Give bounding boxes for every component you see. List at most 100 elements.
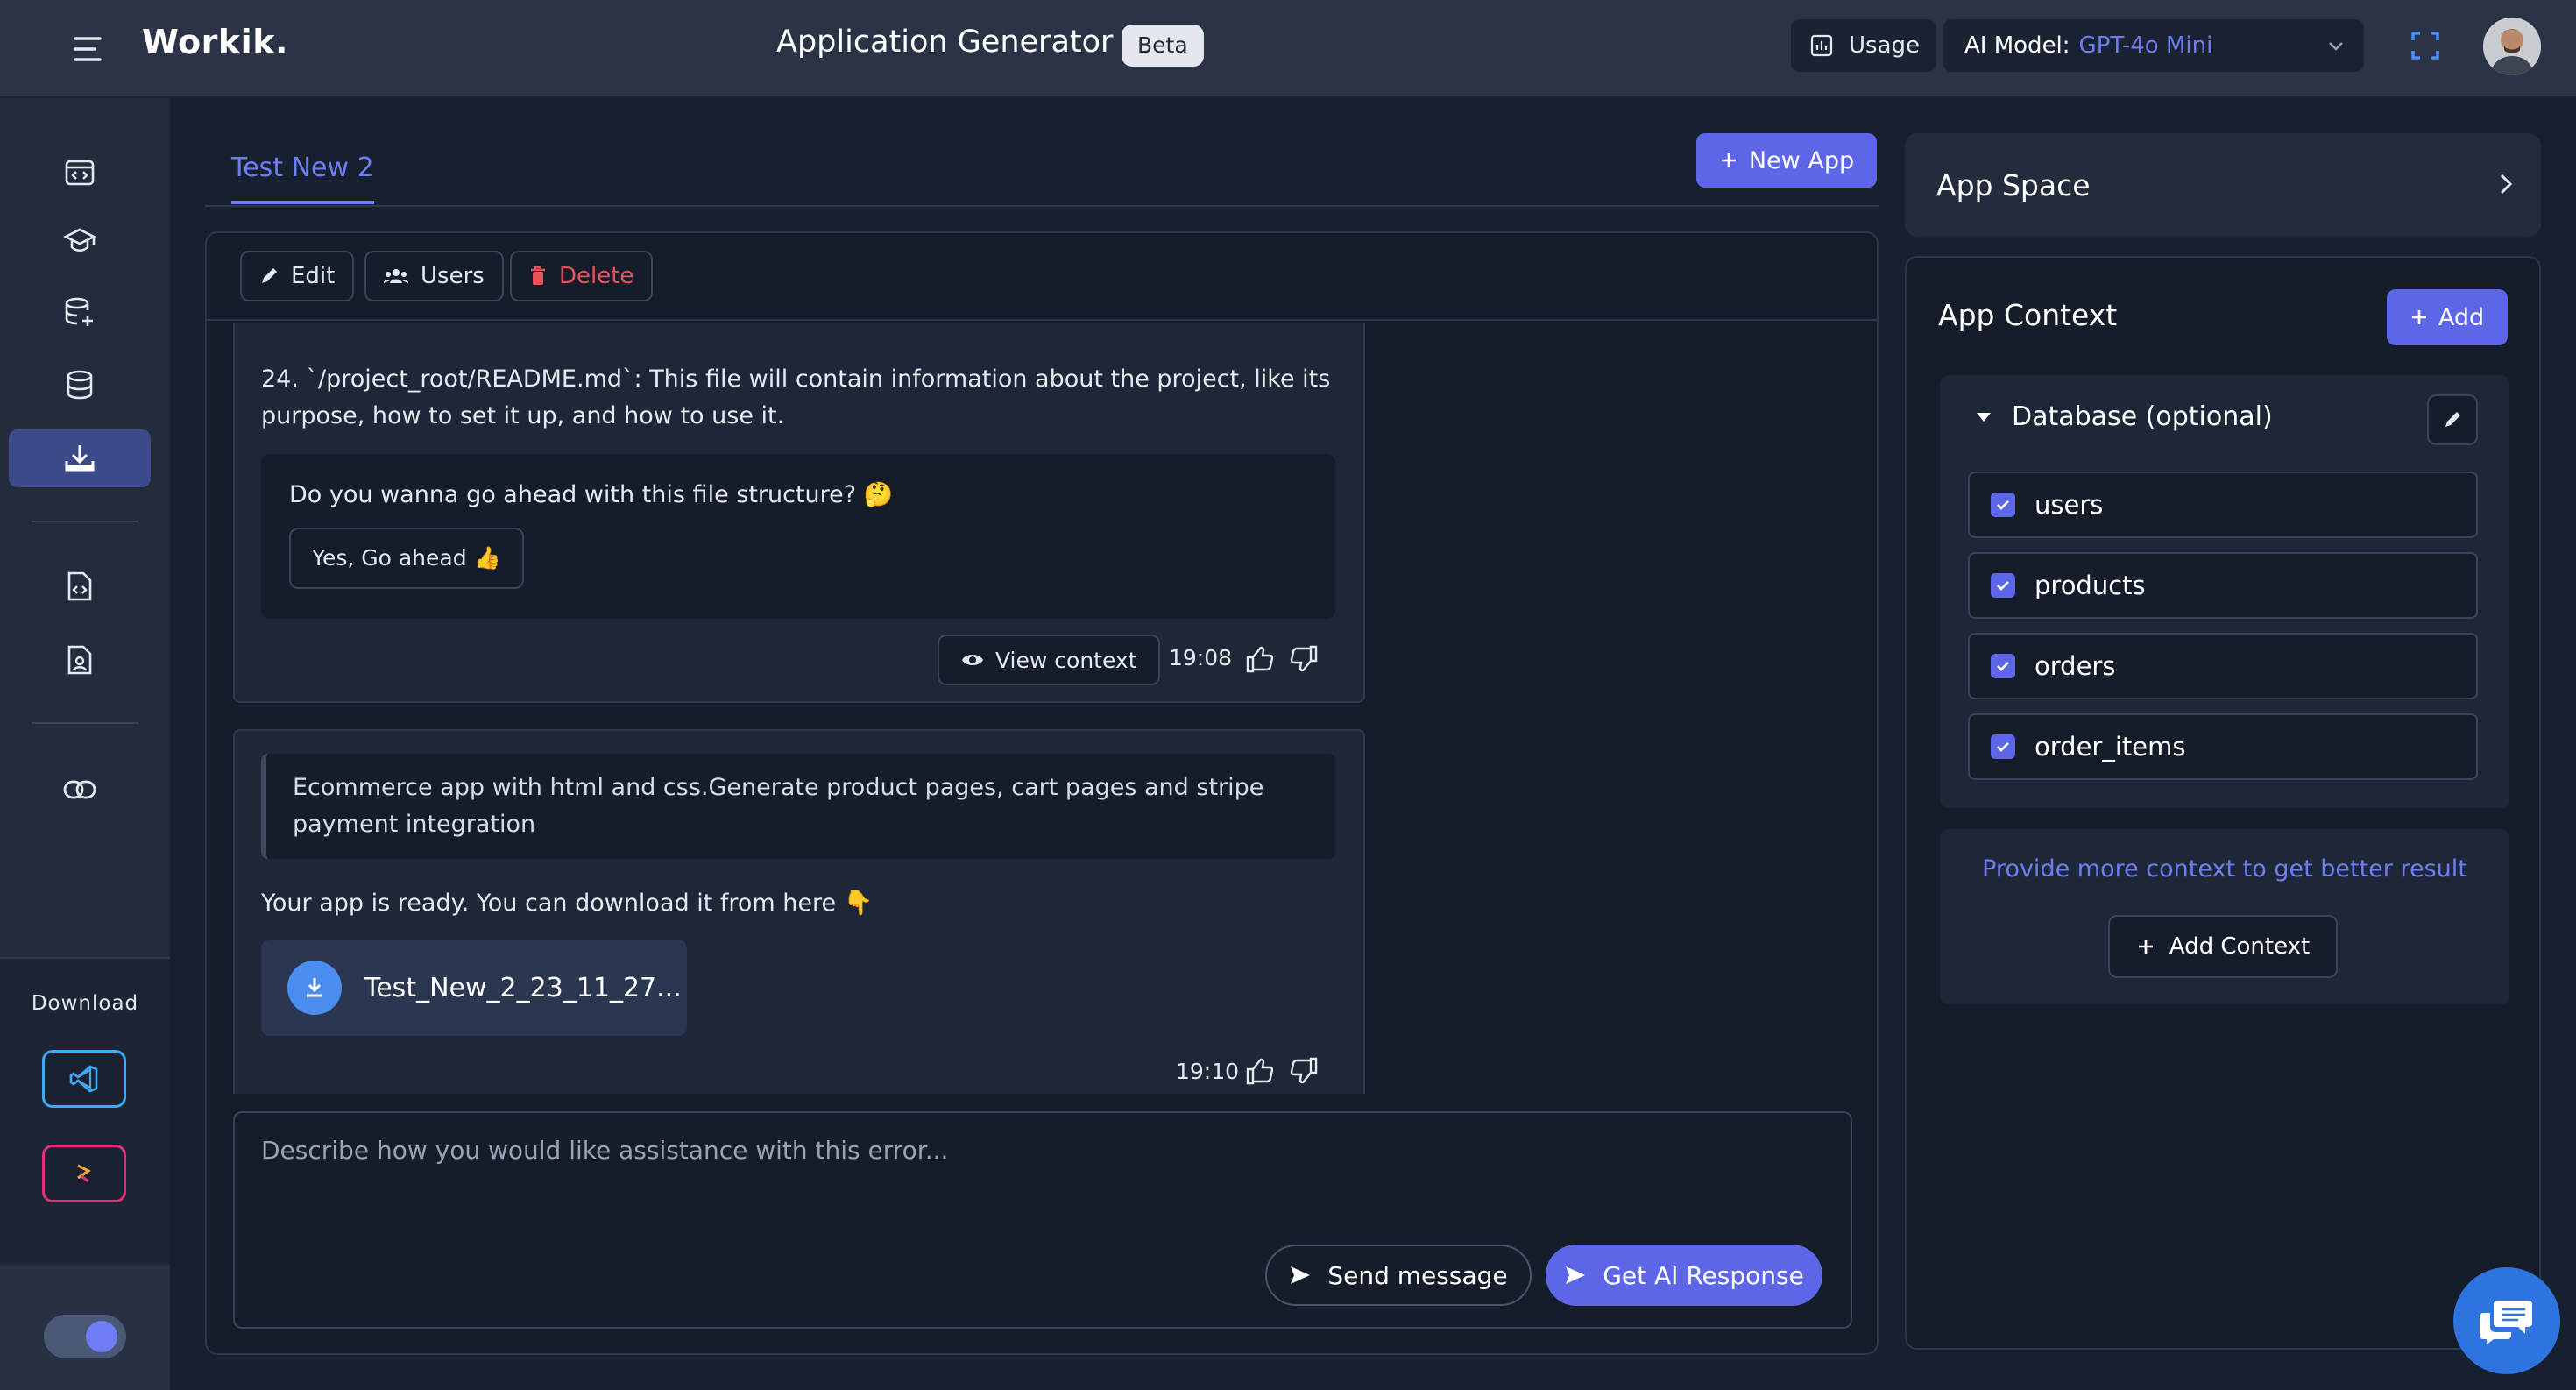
chevron-down-icon (2327, 37, 2345, 54)
download-icon (287, 961, 342, 1015)
user-prompt-text: Ecommerce app with html and css.Generate… (293, 774, 1264, 838)
sidebar-item-code-file[interactable] (9, 557, 151, 615)
confirm-label: Yes, Go ahead 👍 (312, 545, 501, 571)
checkbox-checked-icon[interactable] (1991, 654, 2015, 678)
add-context-button[interactable]: Add Context (2108, 915, 2338, 978)
plus-icon (2136, 937, 2155, 956)
vscode-icon (69, 1064, 99, 1094)
table-name: users (2035, 490, 2104, 520)
message-timestamp: 19:08 (1169, 645, 1233, 670)
database-edit-button[interactable] (2427, 394, 2478, 445)
add-context-item-button[interactable]: Add (2387, 289, 2508, 345)
more-context-text: Provide more context to get better resul… (1982, 855, 2467, 883)
vscode-download-button[interactable] (42, 1050, 126, 1108)
moon-icon (86, 1321, 117, 1352)
checkbox-checked-icon[interactable] (1991, 493, 2015, 517)
link-icon (62, 778, 97, 801)
table-row-products[interactable]: products (1968, 552, 2478, 619)
file-user-icon (64, 643, 96, 677)
plus-icon (1719, 151, 1738, 170)
download-file-chip[interactable]: Test_New_2_23_11_27... (261, 940, 687, 1036)
theme-toggle[interactable] (44, 1315, 126, 1358)
thumbs-up-icon[interactable] (1244, 1055, 1277, 1089)
sidebar-item-file-user[interactable] (9, 631, 151, 689)
users-icon (384, 266, 408, 286)
send-message-button[interactable]: Send message (1265, 1245, 1532, 1306)
toolbar-divider (207, 319, 1877, 321)
confirm-structure-button[interactable]: Yes, Go ahead 👍 (289, 528, 524, 589)
table-name: products (2035, 571, 2146, 600)
send-icon (1564, 1265, 1587, 1286)
sidebar-item-database-user[interactable] (9, 284, 151, 342)
thumbs-down-icon[interactable] (1288, 643, 1321, 677)
table-name: order_items (2035, 732, 2186, 762)
pencil-icon (2443, 410, 2462, 429)
ai-model-label: AI Model: (1964, 32, 2070, 59)
chat-bubbles-icon (2480, 1297, 2534, 1344)
sidebar-item-download[interactable] (9, 429, 151, 487)
thumbs-down-icon[interactable] (1288, 1055, 1321, 1089)
tab-project[interactable]: Test New 2 (231, 152, 374, 204)
table-row-order-items[interactable]: order_items (1968, 713, 2478, 780)
message-text: 24. `/project_root/README.md`: This file… (261, 365, 1331, 429)
page-title: Application Generator (776, 25, 1114, 60)
get-ai-response-button[interactable]: Get AI Response (1546, 1245, 1822, 1306)
download-tray-icon (63, 442, 96, 475)
sidebar-item-learn[interactable] (9, 212, 151, 270)
sidebar-item-code-window[interactable] (9, 144, 151, 202)
trash-icon (529, 266, 547, 287)
eye-icon (960, 651, 985, 669)
app-space-label: App Space (1936, 167, 2091, 202)
view-context-label: View context (995, 647, 1137, 673)
thumbs-up-icon[interactable] (1244, 643, 1277, 677)
app-space-panel[interactable]: App Space (1905, 133, 2541, 237)
delete-button[interactable]: Delete (510, 251, 654, 301)
database-label: Database (optional) (2012, 401, 2273, 432)
edit-label: Edit (291, 263, 336, 289)
table-row-orders[interactable]: orders (1968, 633, 2478, 699)
new-app-label: New App (1748, 146, 1855, 174)
message-input-placeholder: Describe how you would like assistance w… (261, 1136, 949, 1165)
sidebar-divider (32, 521, 138, 522)
file-name: Test_New_2_23_11_27... (364, 972, 682, 1003)
chart-icon (1810, 34, 1833, 57)
database-collapse-toggle[interactable]: Database (optional) (1975, 401, 2273, 432)
hamburger-menu-icon[interactable] (72, 32, 107, 67)
jetbrains-icon (71, 1160, 97, 1187)
sidebar-item-link[interactable] (9, 761, 151, 819)
ai-model-select[interactable]: AI Model: GPT-4o Mini (1943, 19, 2364, 72)
fullscreen-icon[interactable] (2408, 28, 2443, 63)
jetbrains-download-button[interactable] (42, 1145, 126, 1202)
beta-badge: Beta (1122, 25, 1204, 67)
view-context-button[interactable]: View context (938, 635, 1160, 685)
caret-down-icon (1975, 411, 1992, 423)
plus-icon (2410, 308, 2428, 326)
message-timestamp: 19:10 (1176, 1059, 1240, 1084)
support-chat-button[interactable] (2453, 1267, 2560, 1374)
send-icon (1289, 1265, 1312, 1286)
delete-label: Delete (559, 263, 634, 289)
ai-model-value: GPT-4o Mini (2078, 32, 2213, 59)
checkbox-checked-icon[interactable] (1991, 734, 2015, 759)
user-avatar[interactable] (2483, 18, 2541, 75)
users-label: Users (421, 263, 485, 289)
usage-button[interactable]: Usage (1791, 19, 1936, 72)
send-message-label: Send message (1327, 1260, 1508, 1290)
app-context-title: App Context (1938, 298, 2118, 332)
question-text: Do you wanna go ahead with this file str… (289, 481, 894, 508)
code-file-icon (64, 570, 96, 603)
message-text: Your app is ready. You can download it f… (261, 890, 874, 917)
new-app-button[interactable]: New App (1696, 133, 1877, 188)
table-name: orders (2035, 651, 2116, 681)
brand-logo[interactable]: Workik. (142, 23, 288, 61)
checkbox-checked-icon[interactable] (1991, 573, 2015, 598)
edit-button[interactable]: Edit (240, 251, 355, 301)
users-button[interactable]: Users (364, 251, 504, 301)
tab-underline-rule (205, 205, 1879, 207)
get-ai-response-label: Get AI Response (1603, 1260, 1804, 1290)
database-user-icon (63, 296, 96, 330)
usage-label: Usage (1849, 32, 1921, 59)
sidebar-item-database[interactable] (9, 356, 151, 414)
code-window-icon (64, 157, 96, 188)
table-row-users[interactable]: users (1968, 472, 2478, 538)
